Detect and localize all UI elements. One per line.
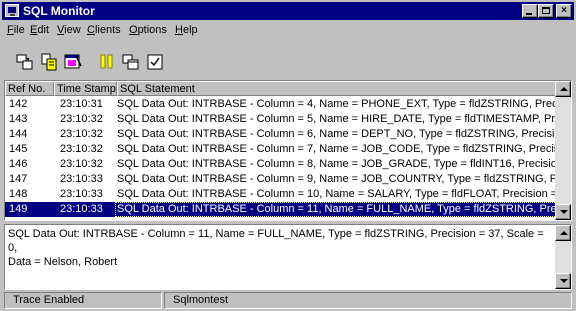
minimize-button[interactable]	[522, 4, 538, 18]
scroll-down-button[interactable]	[555, 204, 571, 220]
menu-help[interactable]: Help	[175, 24, 198, 36]
table-row[interactable]: 145 23:10:32 SQL Data Out: INTRBASE - Co…	[5, 142, 557, 157]
memo-vertical-scrollbar[interactable]	[555, 225, 571, 289]
list-rows: 142 23:10:31 SQL Data Out: INTRBASE - Co…	[5, 97, 557, 217]
monitor-app-icon[interactable]	[5, 4, 19, 17]
row-time: 23:10:33	[60, 203, 103, 215]
list-header: Ref No. Time Stamp SQL Statement	[5, 81, 557, 96]
memo-scroll-up-button[interactable]	[555, 225, 571, 241]
status-trace-enabled: Trace Enabled	[4, 292, 162, 309]
row-time: 23:10:32	[60, 113, 103, 125]
arrow-up-icon	[560, 87, 568, 91]
row-ref: 145	[9, 143, 28, 155]
close-button[interactable]: ×	[556, 4, 572, 18]
menu-edit[interactable]: Edit	[30, 24, 49, 36]
table-row[interactable]: 144 23:10:32 SQL Data Out: INTRBASE - Co…	[5, 127, 557, 142]
table-row[interactable]: 148 23:10:33 SQL Data Out: INTRBASE - Co…	[5, 187, 557, 202]
menu-file[interactable]: File	[7, 24, 25, 36]
row-sql: SQL Data Out: INTRBASE - Column = 7, Nam…	[117, 143, 557, 155]
table-row[interactable]: 143 23:10:32 SQL Data Out: INTRBASE - Co…	[5, 112, 557, 127]
arrow-up-icon	[560, 231, 568, 235]
memo-scroll-down-button[interactable]	[555, 273, 571, 289]
checklist-icon	[147, 54, 163, 70]
row-sql: SQL Data Out: INTRBASE - Column = 4, Nam…	[117, 98, 557, 110]
close-icon: ×	[561, 5, 567, 16]
row-sql: SQL Data Out: INTRBASE - Column = 11, Na…	[117, 203, 557, 215]
row-sql: SQL Data Out: INTRBASE - Column = 8, Nam…	[117, 158, 557, 170]
maximize-button[interactable]	[538, 4, 554, 18]
row-sql: SQL Data Out: INTRBASE - Column = 5, Nam…	[117, 113, 557, 125]
pause-icon	[100, 54, 113, 69]
arrow-down-icon	[560, 210, 568, 214]
row-time: 23:10:32	[60, 158, 103, 170]
statement-detail-memo[interactable]: SQL Data Out: INTRBASE - Column = 11, Na…	[4, 224, 572, 290]
row-ref: 142	[9, 98, 28, 110]
row-sql: SQL Data Out: INTRBASE - Column = 9, Nam…	[117, 173, 557, 185]
row-ref: 149	[9, 203, 28, 215]
column-header-sql-statement[interactable]: SQL Statement	[117, 81, 557, 96]
row-ref: 148	[9, 188, 28, 200]
menu-view[interactable]: View	[57, 24, 81, 36]
pause-button[interactable]	[97, 52, 117, 72]
menu-options[interactable]: Options	[129, 24, 167, 36]
row-ref: 147	[9, 173, 28, 185]
sql-monitor-window: SQL Monitor × File Edit View Clients Opt…	[0, 0, 576, 311]
table-row[interactable]: 142 23:10:31 SQL Data Out: INTRBASE - Co…	[5, 97, 557, 112]
copy-to-clipboard-button[interactable]	[15, 52, 35, 72]
table-row-selected[interactable]: 149 23:10:33 SQL Data Out: INTRBASE - Co…	[5, 202, 557, 217]
list-vertical-scrollbar[interactable]	[555, 81, 571, 220]
row-sql: SQL Data Out: INTRBASE - Column = 10, Na…	[117, 188, 557, 200]
tile-windows-icon	[122, 54, 139, 70]
row-time: 23:10:32	[60, 128, 103, 140]
menu-bar: File Edit View Clients Options Help	[3, 21, 573, 40]
row-sql: SQL Data Out: INTRBASE - Column = 6, Nam…	[117, 128, 557, 140]
copy-icon	[41, 53, 57, 71]
clear-log-button[interactable]	[63, 52, 83, 72]
checklist-button[interactable]	[145, 52, 165, 72]
window-title: SQL Monitor	[23, 4, 95, 18]
minimize-icon	[526, 13, 532, 15]
toolbar	[3, 42, 573, 78]
row-time: 23:10:31	[60, 98, 103, 110]
menu-clients[interactable]: Clients	[87, 24, 121, 36]
tile-windows-button[interactable]	[121, 52, 141, 72]
row-time: 23:10:33	[60, 173, 103, 185]
column-header-ref-no[interactable]: Ref No.	[5, 81, 54, 96]
row-time: 23:10:33	[60, 188, 103, 200]
statement-detail-text: SQL Data Out: INTRBASE - Column = 11, Na…	[8, 228, 544, 268]
table-row[interactable]: 147 23:10:33 SQL Data Out: INTRBASE - Co…	[5, 172, 557, 187]
table-row[interactable]: 146 23:10:32 SQL Data Out: INTRBASE - Co…	[5, 157, 557, 172]
copy-button[interactable]	[39, 52, 59, 72]
arrow-down-icon	[560, 279, 568, 283]
row-ref: 144	[9, 128, 28, 140]
status-client-name: Sqlmontest	[164, 292, 572, 309]
clear-log-icon	[64, 54, 82, 69]
row-ref: 146	[9, 158, 28, 170]
sql-trace-list[interactable]: Ref No. Time Stamp SQL Statement 142 23:…	[4, 80, 572, 221]
column-header-time-stamp[interactable]: Time Stamp	[54, 81, 117, 96]
title-bar[interactable]: SQL Monitor ×	[2, 2, 574, 20]
maximize-icon	[542, 7, 550, 14]
copy-to-clipboard-icon	[16, 54, 33, 70]
row-ref: 143	[9, 113, 28, 125]
row-time: 23:10:32	[60, 143, 103, 155]
status-bar: Trace Enabled Sqlmontest	[2, 292, 574, 309]
scroll-up-button[interactable]	[555, 81, 571, 97]
